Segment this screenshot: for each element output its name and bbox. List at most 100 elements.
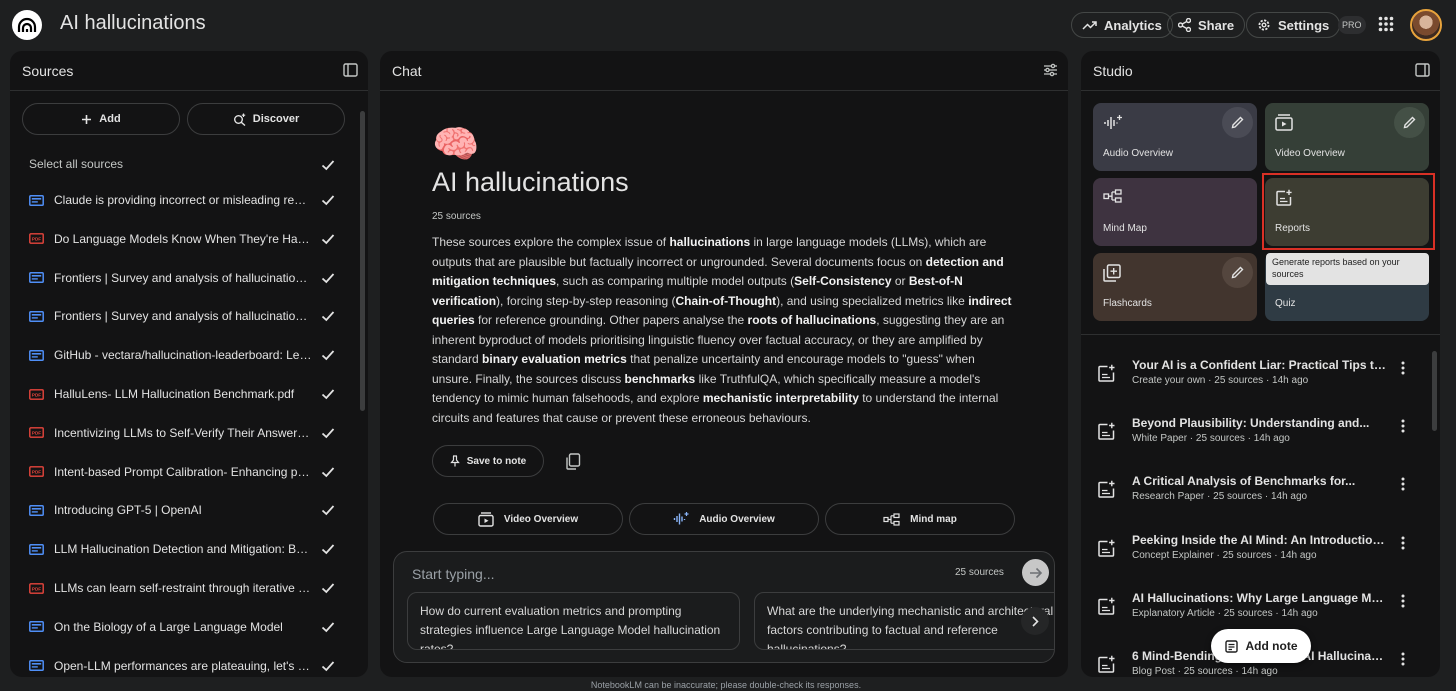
- report-meta: Research Paper · 25 sources · 14h ago: [1132, 491, 1308, 503]
- more-vert-icon[interactable]: [1401, 419, 1405, 433]
- report-icon: [1098, 597, 1115, 615]
- flashcards-tile[interactable]: Flashcards: [1093, 253, 1257, 321]
- source-item[interactable]: Frontiers | Survey and analysis of hallu…: [29, 306, 339, 326]
- pdf-source-icon: PDF: [29, 582, 44, 594]
- add-label: Add: [99, 113, 121, 125]
- edit-audio-overview-button[interactable]: [1222, 107, 1253, 138]
- source-item[interactable]: On the Biology of a Large Language Model: [29, 617, 339, 637]
- collapse-panel-icon[interactable]: [343, 63, 358, 77]
- discover-sources-button[interactable]: Discover: [187, 103, 345, 135]
- pencil-icon: [1231, 116, 1244, 129]
- chat-input[interactable]: [412, 563, 912, 585]
- source-checkbox[interactable]: [321, 271, 335, 285]
- notebooklm-logo-icon[interactable]: [12, 10, 42, 40]
- notebook-emoji: 🧠: [432, 124, 480, 166]
- more-vert-icon[interactable]: [1401, 594, 1405, 608]
- report-item[interactable]: Peeking Inside the AI Mind: An Introduct…: [1093, 531, 1423, 575]
- source-item[interactable]: Introducing GPT-5 | OpenAI: [29, 500, 339, 520]
- more-vert-icon[interactable]: [1401, 477, 1405, 491]
- chat-composer: 25 sources How do current evaluation met…: [393, 551, 1055, 663]
- source-item[interactable]: PDF HalluLens- LLM Hallucination Benchmar…: [29, 384, 339, 404]
- source-item-label: Frontiers | Survey and analysis of hallu…: [54, 309, 312, 324]
- report-item[interactable]: AI Hallucinations: Why Large Language Mo…: [1093, 589, 1423, 633]
- save-to-note-button[interactable]: Save to note: [432, 445, 544, 477]
- source-checkbox[interactable]: [321, 426, 335, 440]
- source-checkbox[interactable]: [321, 581, 335, 595]
- web-source-icon: [29, 272, 44, 284]
- settings-label: Settings: [1278, 17, 1330, 33]
- collapse-studio-icon[interactable]: [1415, 63, 1430, 77]
- source-checkbox[interactable]: [321, 503, 335, 517]
- source-checkbox[interactable]: [321, 232, 335, 246]
- mind-map-tile[interactable]: Mind Map: [1093, 178, 1257, 246]
- tile-label: Audio Overview: [1103, 148, 1174, 159]
- studio-panel-header: Studio: [1081, 51, 1440, 91]
- audio-overview-button[interactable]: Audio Overview: [629, 503, 819, 535]
- source-checkbox[interactable]: [321, 465, 335, 479]
- more-vert-icon[interactable]: [1401, 361, 1405, 375]
- suggestions-next-button[interactable]: [1021, 607, 1049, 635]
- audio-waveform-icon: [1104, 115, 1122, 129]
- sources-panel: Sources Add Discover Select all sources …: [10, 51, 368, 677]
- report-item[interactable]: Beyond Plausibility: Understanding and..…: [1093, 414, 1423, 458]
- notebook-title[interactable]: AI hallucinations: [60, 12, 206, 35]
- source-item-label: Frontiers | Survey and analysis of hallu…: [54, 270, 312, 285]
- source-checkbox[interactable]: [321, 348, 335, 362]
- studio-divider: [1081, 334, 1440, 335]
- report-title: Peeking Inside the AI Mind: An Introduct…: [1132, 532, 1387, 547]
- video-overview-tile[interactable]: Video Overview: [1265, 103, 1429, 171]
- share-button[interactable]: Share: [1167, 12, 1246, 38]
- chat-source-count: 25 sources: [432, 211, 481, 222]
- source-item-label: LLMs can learn self-restraint through it…: [54, 581, 312, 595]
- suggestion-chip-1[interactable]: How do current evaluation metrics and pr…: [407, 592, 740, 650]
- source-checkbox[interactable]: [321, 620, 335, 634]
- source-item[interactable]: PDF Incentivizing LLMs to Self-Verify The…: [29, 423, 339, 443]
- reports-tooltip: Generate reports based on your sources: [1266, 253, 1429, 285]
- source-checkbox[interactable]: [321, 387, 335, 401]
- svg-text:PDF: PDF: [32, 470, 41, 475]
- select-all-checkbox[interactable]: [321, 158, 335, 172]
- pencil-icon: [1231, 266, 1244, 279]
- video-overview-button[interactable]: Video Overview: [433, 503, 623, 535]
- audio-overview-tile[interactable]: Audio Overview: [1093, 103, 1257, 171]
- more-vert-icon[interactable]: [1401, 536, 1405, 550]
- studio-scrollbar[interactable]: [1432, 351, 1437, 431]
- settings-button[interactable]: Settings: [1246, 12, 1341, 38]
- avatar[interactable]: [1410, 9, 1442, 41]
- pro-badge: PRO: [1338, 16, 1366, 34]
- source-item[interactable]: Claude is providing incorrect or mislead…: [29, 190, 339, 210]
- mind-map-button[interactable]: Mind map: [825, 503, 1015, 535]
- source-item-label: Do Language Models Know When They're Hal…: [54, 231, 312, 246]
- chat-settings-sliders-icon[interactable]: [1043, 63, 1058, 77]
- add-source-button[interactable]: Add: [22, 103, 180, 135]
- add-note-button[interactable]: Add note: [1211, 629, 1311, 663]
- report-meta: Create your own · 25 sources · 14h ago: [1132, 375, 1309, 386]
- source-item[interactable]: PDF Intent-based Prompt Calibration- Enha…: [29, 462, 339, 482]
- sources-scrollbar[interactable]: [360, 111, 365, 411]
- source-item[interactable]: LLM Hallucination Detection and Mitigati…: [29, 539, 339, 559]
- source-item[interactable]: Open-LLM performances are plateauing, le…: [29, 656, 339, 676]
- report-icon: [1098, 539, 1115, 557]
- source-item-label: Intent-based Prompt Calibration- Enhanci…: [54, 464, 312, 479]
- apps-grid-icon[interactable]: [1378, 16, 1394, 32]
- source-item[interactable]: PDF LLMs can learn self-restraint through…: [29, 578, 339, 598]
- source-item-label: GitHub - vectara/hallucination-leaderboa…: [54, 348, 312, 363]
- analytics-button[interactable]: Analytics: [1071, 12, 1173, 38]
- source-item[interactable]: PDF Do Language Models Know When They're …: [29, 229, 339, 249]
- source-checkbox[interactable]: [321, 542, 335, 556]
- source-checkbox[interactable]: [321, 193, 335, 207]
- source-checkbox[interactable]: [321, 309, 335, 323]
- edit-flashcards-button[interactable]: [1222, 257, 1253, 288]
- suggestion-chip-2[interactable]: What are the underlying mechanistic and …: [754, 592, 1054, 650]
- discover-search-icon: [233, 113, 246, 126]
- copy-icon[interactable]: [565, 453, 581, 470]
- report-item[interactable]: Your AI is a Confident Liar: Practical T…: [1093, 356, 1423, 400]
- more-vert-icon[interactable]: [1401, 652, 1405, 666]
- report-item[interactable]: A Critical Analysis of Benchmarks for...…: [1093, 472, 1423, 516]
- edit-video-overview-button[interactable]: [1394, 107, 1425, 138]
- analytics-label: Analytics: [1104, 17, 1162, 33]
- send-button[interactable]: [1022, 559, 1049, 586]
- source-item[interactable]: Frontiers | Survey and analysis of hallu…: [29, 268, 339, 288]
- source-item[interactable]: GitHub - vectara/hallucination-leaderboa…: [29, 345, 339, 365]
- source-checkbox[interactable]: [321, 659, 335, 673]
